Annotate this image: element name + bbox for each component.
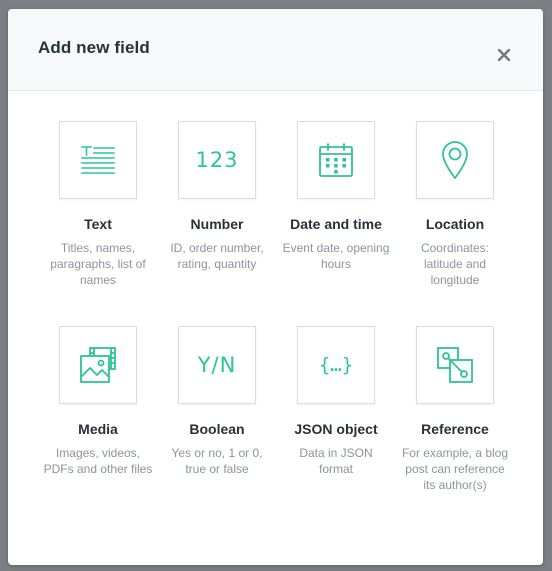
field-type-media[interactable]: Media Images, videos, PDFs and other fil… (43, 326, 153, 477)
map-pin-icon (442, 141, 468, 179)
add-field-dialog: Add new field Text Titles, names, paragr… (8, 9, 543, 565)
field-tile[interactable]: {…} (297, 326, 375, 404)
close-icon (497, 48, 511, 62)
field-type-description: Event date, opening hours (282, 241, 390, 271)
field-tile[interactable]: Y/N (178, 326, 256, 404)
field-type-label: JSON object (294, 421, 378, 437)
field-tile[interactable] (59, 121, 137, 199)
field-tile[interactable] (59, 326, 137, 404)
field-type-description: Images, videos, PDFs and other files (43, 446, 153, 476)
calendar-icon (319, 143, 353, 177)
field-type-description: Yes or no, 1 or 0, true or false (171, 446, 263, 476)
close-button[interactable] (492, 43, 516, 67)
field-tile[interactable] (416, 121, 494, 199)
field-type-description: Coordinates: latitude and longitude (420, 241, 490, 287)
boolean-icon: Y/N (197, 353, 237, 377)
field-type-label: Text (84, 216, 112, 232)
field-type-label: Date and time (290, 216, 382, 232)
dialog-header: Add new field (8, 9, 543, 91)
field-tile[interactable] (297, 121, 375, 199)
number-icon: 123 (195, 148, 239, 172)
field-type-label: Media (78, 421, 118, 437)
field-type-label: Number (190, 216, 244, 232)
field-type-number[interactable]: 123 Number ID, order number, rating, qua… (162, 121, 272, 272)
field-type-description: For example, a blog post can reference i… (401, 446, 509, 492)
field-type-reference[interactable]: Reference For example, a blog post can r… (400, 326, 510, 493)
reference-link-icon (437, 347, 473, 383)
field-type-label: Reference (421, 421, 489, 437)
field-type-label: Boolean (189, 421, 245, 437)
json-braces-icon: {…} (318, 354, 354, 376)
field-type-label: Location (425, 216, 485, 232)
field-type-description: ID, order number, rating, quantity (170, 241, 264, 271)
text-lines-icon (81, 146, 115, 174)
field-type-description: Data in JSON format (299, 446, 373, 476)
field-type-boolean[interactable]: Y/N Boolean Yes or no, 1 or 0, true or f… (162, 326, 272, 477)
field-type-text[interactable]: Text Titles, names, paragraphs, list of … (43, 121, 153, 288)
media-image-icon (80, 347, 116, 383)
field-type-json-object[interactable]: {…} JSON object Data in JSON format (281, 326, 391, 477)
field-type-date-and-time[interactable]: Date and time Event date, opening hours (281, 121, 391, 272)
field-type-description: Titles, names, paragraphs, list of names (50, 241, 146, 287)
field-tile[interactable] (416, 326, 494, 404)
dialog-title: Add new field (38, 38, 150, 57)
field-tile[interactable]: 123 (178, 121, 256, 199)
field-type-location[interactable]: Location Coordinates: latitude and longi… (400, 121, 510, 288)
